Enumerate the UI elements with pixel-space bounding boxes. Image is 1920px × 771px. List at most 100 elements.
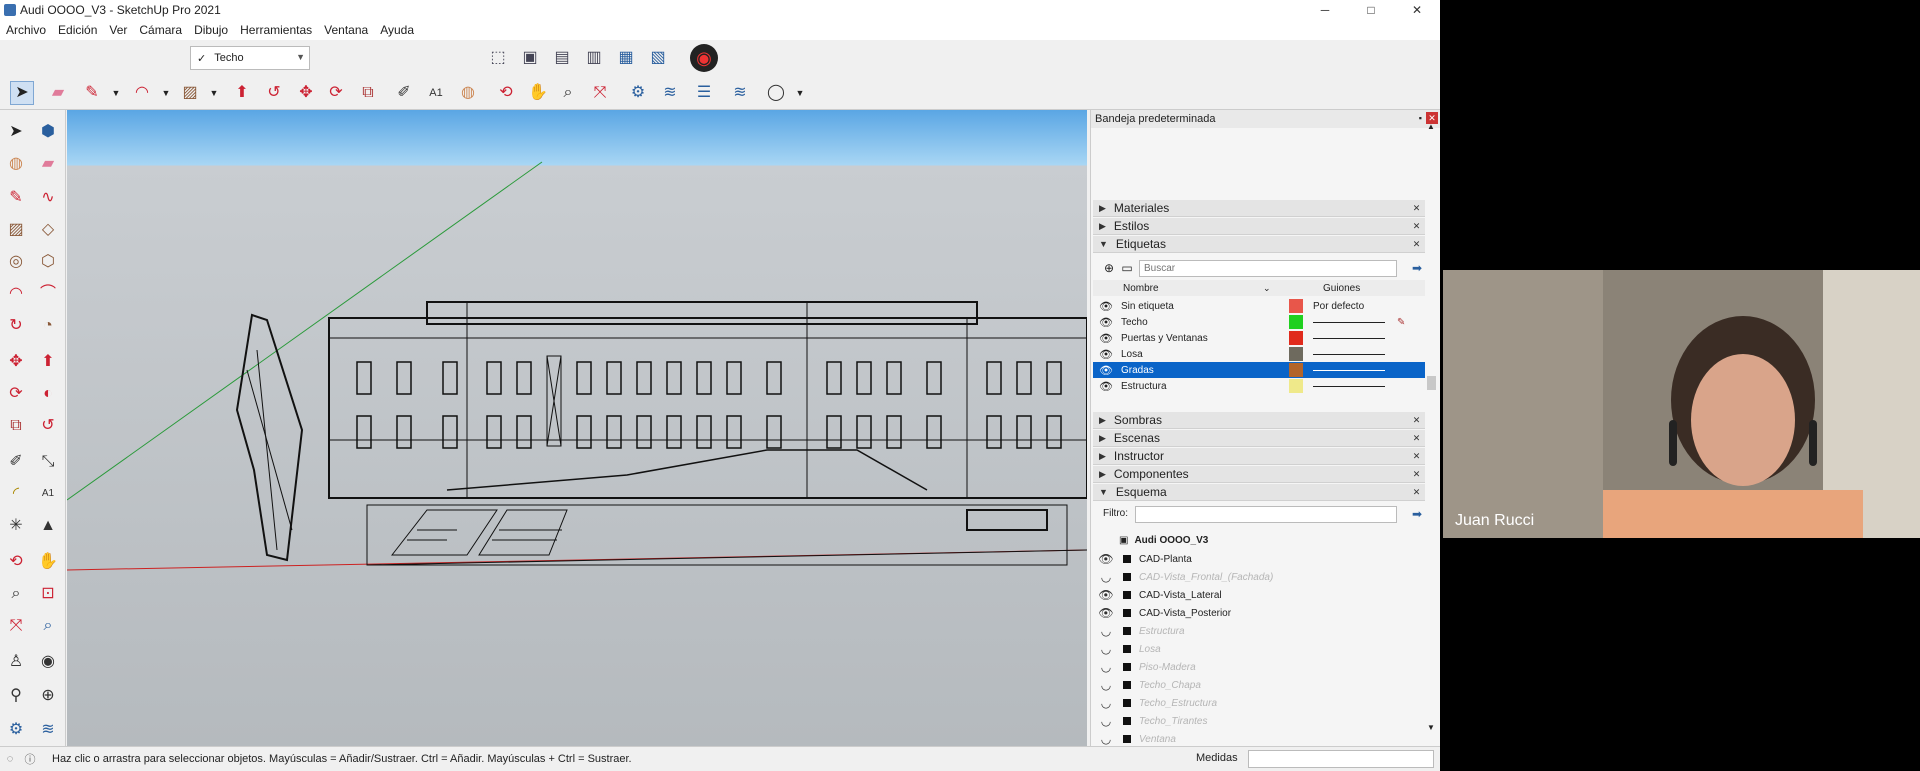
close-icon[interactable]: ✕ bbox=[1411, 433, 1422, 444]
tag-row[interactable]: 👁 Sin etiqueta Por defecto bbox=[1093, 298, 1425, 314]
details-arrow-icon[interactable]: ➡ bbox=[1405, 256, 1429, 280]
text-tool-icon[interactable]: A1 bbox=[424, 81, 448, 105]
measurements-input[interactable] bbox=[1248, 750, 1434, 768]
rectangle-tool-icon[interactable]: ▨ bbox=[178, 81, 202, 105]
chevron-down-icon[interactable]: ⌄ bbox=[1263, 283, 1323, 294]
chevron-down-icon[interactable]: ▼ bbox=[202, 81, 226, 105]
offset-tool-icon[interactable]: ↺ bbox=[36, 414, 60, 438]
push-pull-icon[interactable]: ⬆ bbox=[36, 350, 60, 374]
eye-icon[interactable]: 👁 bbox=[1093, 552, 1119, 566]
panel-materiales[interactable]: ▶ Materiales ✕ bbox=[1093, 200, 1425, 217]
scale-tool-icon[interactable]: ⧉ bbox=[4, 414, 28, 438]
polygon-tool-icon[interactable]: ⬡ bbox=[36, 250, 60, 274]
tag-row[interactable]: 👁 Puertas y Ventanas bbox=[1093, 330, 1425, 346]
close-icon[interactable]: ✕ bbox=[1411, 487, 1422, 498]
eye-closed-icon[interactable]: ◡ bbox=[1093, 696, 1119, 710]
tags-search-input[interactable] bbox=[1139, 260, 1397, 277]
menu-ventana[interactable]: Ventana bbox=[324, 23, 368, 37]
tag-color-swatch[interactable] bbox=[1289, 363, 1303, 377]
close-icon[interactable]: ✕ bbox=[1411, 221, 1422, 232]
component-tool-icon[interactable]: ⬢ bbox=[36, 120, 60, 144]
zoom-extents-icon[interactable]: ⤧ bbox=[4, 614, 28, 638]
zoom-tool-icon[interactable]: ⌕ bbox=[556, 81, 580, 105]
outliner-item[interactable]: ◡ Piso-Madera bbox=[1093, 658, 1425, 676]
info-icon[interactable]: ⓘ bbox=[20, 751, 40, 767]
previous-view-icon[interactable]: ⌕ bbox=[36, 614, 60, 638]
tag-row[interactable]: 👁 Losa bbox=[1093, 346, 1425, 362]
menu-dibujo[interactable]: Dibujo bbox=[194, 23, 228, 37]
outliner-model-root[interactable]: ▣ Audi OOOO_V3 bbox=[1119, 532, 1208, 548]
orbit-tool-icon[interactable]: ⟲ bbox=[494, 81, 518, 105]
two-point-arc-icon[interactable]: ⌒ bbox=[36, 282, 60, 306]
protractor-icon[interactable]: ◜ bbox=[4, 482, 28, 506]
eraser-tool-icon[interactable]: ▰ bbox=[36, 152, 60, 176]
col-name-header[interactable]: Nombre bbox=[1123, 283, 1263, 294]
panel-instructor[interactable]: ▶ Instructor ✕ bbox=[1093, 448, 1425, 465]
outliner-item[interactable]: ◡ CAD-Vista_Frontal_(Fachada) bbox=[1093, 568, 1425, 586]
eye-closed-icon[interactable]: ◡ bbox=[1093, 678, 1119, 692]
eye-icon[interactable]: 👁 bbox=[1093, 606, 1119, 620]
eye-icon[interactable]: 👁 bbox=[1093, 380, 1119, 393]
arc-tool-icon[interactable]: ◠ bbox=[4, 282, 28, 306]
rotate-tool-icon[interactable]: ⟳ bbox=[324, 81, 348, 105]
tag-row[interactable]: 👁 Gradas bbox=[1093, 362, 1425, 378]
paint-bucket-icon[interactable]: ◍ bbox=[456, 81, 480, 105]
tag-dash-label[interactable]: Por defecto bbox=[1313, 301, 1364, 312]
eye-icon[interactable]: 👁 bbox=[1093, 300, 1119, 313]
panel-estilos[interactable]: ▶ Estilos ✕ bbox=[1093, 218, 1425, 235]
iso-view-icon[interactable]: ⬚ bbox=[486, 46, 510, 70]
axes-tool-icon[interactable]: ✳ bbox=[4, 514, 28, 538]
panel-componentes[interactable]: ▶ Componentes ✕ bbox=[1093, 466, 1425, 483]
tag-dash-line[interactable] bbox=[1313, 353, 1385, 355]
chevron-down-icon[interactable]: ▼ bbox=[104, 81, 128, 105]
eye-closed-icon[interactable]: ◡ bbox=[1093, 642, 1119, 656]
eye-icon[interactable]: 👁 bbox=[1093, 364, 1119, 377]
arc-tool-icon[interactable]: ◠ bbox=[130, 81, 154, 105]
eye-closed-icon[interactable]: ◡ bbox=[1093, 732, 1119, 746]
outliner-item[interactable]: 👁 CAD-Vista_Lateral bbox=[1093, 586, 1425, 604]
line-tool-icon[interactable]: ✎ bbox=[4, 186, 28, 210]
eraser-tool-icon[interactable]: ▰ bbox=[46, 81, 70, 105]
tape-measure-icon[interactable]: ✐ bbox=[4, 450, 28, 474]
eye-closed-icon[interactable]: ◡ bbox=[1093, 660, 1119, 674]
eye-icon[interactable]: 👁 bbox=[1093, 348, 1119, 361]
zoom-extents-icon[interactable]: ⤧ bbox=[588, 81, 612, 105]
menu-ayuda[interactable]: Ayuda bbox=[380, 23, 414, 37]
position-camera-icon[interactable]: ♙ bbox=[4, 650, 28, 674]
outliner-item[interactable]: ◡ Estructura bbox=[1093, 622, 1425, 640]
eye-icon[interactable]: 👁 bbox=[1093, 332, 1119, 345]
outliner-item[interactable]: 👁 CAD-Planta bbox=[1093, 550, 1425, 568]
move-tool-icon[interactable]: ✥ bbox=[4, 350, 28, 374]
select-tool-icon[interactable]: ➤ bbox=[4, 120, 28, 144]
extension-manager-icon[interactable]: ≋ bbox=[728, 81, 752, 105]
top-view-icon[interactable]: ▣ bbox=[518, 46, 542, 70]
tag-dash-line[interactable] bbox=[1313, 337, 1385, 339]
geolocation-icon[interactable]: ◌ bbox=[0, 753, 20, 765]
active-tag-dropdown[interactable]: ✓ Techo ▼ bbox=[190, 46, 310, 70]
chevron-down-icon[interactable]: ▼ bbox=[788, 81, 812, 105]
warehouse-icon[interactable]: ⚙ bbox=[4, 718, 28, 742]
text-tool-icon[interactable]: A1 bbox=[36, 482, 60, 506]
eye-closed-icon[interactable]: ◡ bbox=[1093, 714, 1119, 728]
tag-row[interactable]: 👁 Estructura bbox=[1093, 378, 1425, 394]
walk-tool-icon[interactable]: ⚲ bbox=[4, 684, 28, 708]
close-icon[interactable]: ✕ bbox=[1411, 239, 1422, 250]
circle-tool-icon[interactable]: ◎ bbox=[4, 250, 28, 274]
minimize-button[interactable]: ─ bbox=[1302, 0, 1348, 20]
freehand-tool-icon[interactable]: ∿ bbox=[36, 186, 60, 210]
close-window-button[interactable]: ✕ bbox=[1394, 0, 1440, 20]
offset-tool-icon[interactable]: ↺ bbox=[262, 81, 286, 105]
warehouse-globe-icon[interactable]: ◉ bbox=[690, 44, 718, 72]
rotate-tool-icon[interactable]: ⟳ bbox=[4, 382, 28, 406]
account-icon[interactable]: ◯ bbox=[764, 81, 788, 105]
pie-tool-icon[interactable]: ◔ bbox=[36, 314, 60, 338]
section-plane-icon[interactable]: ⊕ bbox=[36, 684, 60, 708]
pan-tool-icon[interactable]: ✋ bbox=[526, 81, 550, 105]
look-around-icon[interactable]: ◉ bbox=[36, 650, 60, 674]
col-dashes-header[interactable]: Guiones bbox=[1323, 283, 1360, 294]
front-view-icon[interactable]: ▤ bbox=[550, 46, 574, 70]
menu-ver[interactable]: Ver bbox=[109, 23, 127, 37]
tray-scrollbar[interactable]: ▲ ▼ bbox=[1427, 122, 1437, 732]
model-viewport[interactable] bbox=[67, 110, 1087, 746]
menu-herramientas[interactable]: Herramientas bbox=[240, 23, 312, 37]
